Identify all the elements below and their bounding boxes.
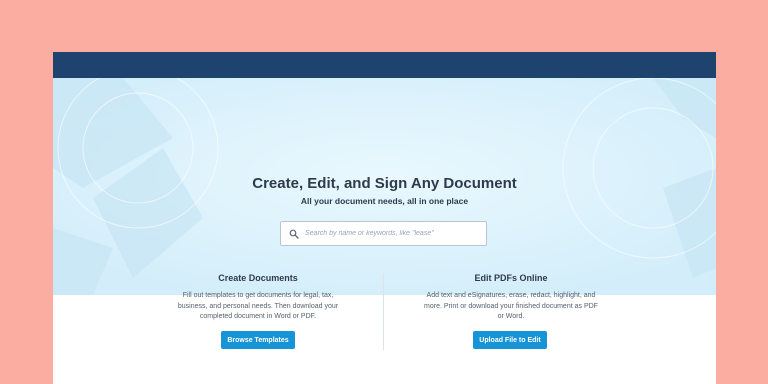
edit-pdfs-title: Edit PDFs Online: [474, 273, 548, 283]
search-bar[interactable]: [280, 221, 487, 246]
app-window: Create, Edit, and Sign Any Document All …: [53, 52, 716, 384]
top-navigation-bar: [53, 52, 716, 78]
search-input[interactable]: [305, 222, 483, 245]
create-documents-title: Create Documents: [218, 273, 298, 283]
edit-pdfs-description: Add text and eSignatures, erase, redact,…: [424, 292, 598, 320]
search-icon: [289, 229, 299, 239]
create-documents-description: Fill out templates to get documents for …: [177, 292, 339, 320]
create-documents-card: Create Documents Fill out templates to g…: [158, 273, 358, 323]
browse-templates-button[interactable]: Browse Templates: [221, 331, 295, 349]
hero-section: Create, Edit, and Sign Any Document All …: [53, 78, 716, 295]
upload-file-button[interactable]: Upload File to Edit: [473, 331, 547, 349]
page-title: Create, Edit, and Sign Any Document: [252, 175, 517, 192]
edit-pdfs-card: Edit PDFs Online Add text and eSignature…: [411, 273, 611, 323]
column-divider: [383, 273, 384, 350]
page-subtitle: All your document needs, all in one plac…: [300, 196, 469, 206]
